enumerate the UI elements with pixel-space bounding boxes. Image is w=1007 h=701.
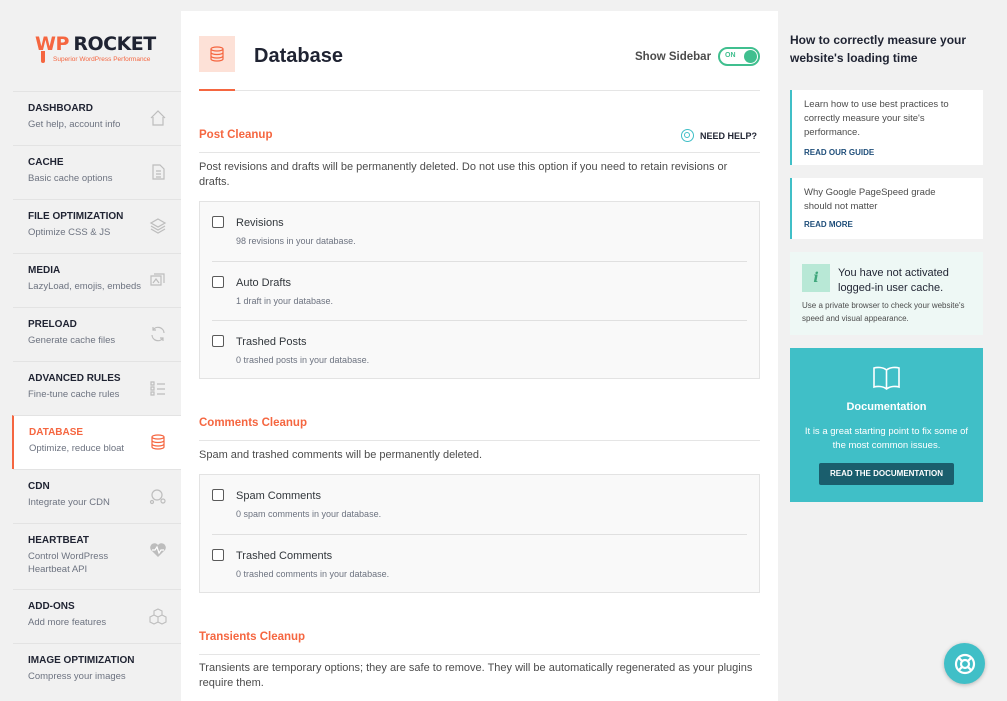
heartbeat-icon [150,543,166,557]
database-icon [151,434,165,450]
file-icon [152,164,165,180]
guide-card: Learn how to use best practices to corre… [790,90,983,165]
option-detail: 0 spam comments in your database. [236,509,382,519]
option-label: Spam Comments [236,490,321,502]
nav-item-file-optimization[interactable]: FILE OPTIMIZATION Optimize CSS & JS [13,199,181,253]
pagespeed-card: Why Google PageSpeed grade should not ma… [790,178,983,239]
option-label: Revisions [236,217,284,229]
read-documentation-button[interactable]: READ THE DOCUMENTATION [819,463,954,485]
notice-text: Use a private browser to check your webs… [802,301,965,323]
nav-item-add-ons[interactable]: ADD-ONS Add more features [13,589,181,643]
nav-item-media[interactable]: MEDIA LazyLoad, emojis, embeds [13,253,181,307]
option-auto-drafts[interactable]: Auto Drafts 1 draft in your database. [212,261,747,320]
nav-item-preload[interactable]: PRELOAD Generate cache files [13,307,181,361]
logo-rocket-text: ROCKET [73,33,156,55]
option-detail: 1 draft in your database. [236,296,334,306]
show-sidebar-toggle[interactable]: ON [718,47,760,66]
section-divider [199,654,760,655]
nav-item-database[interactable]: DATABASE Optimize, reduce bloat [12,415,181,469]
pagespeed-card-text: Why Google PageSpeed grade should not ma… [804,187,936,212]
option-label: Auto Drafts [236,277,292,289]
comments-cleanup-description: Spam and trashed comments will be perman… [199,449,483,461]
left-navigation: WP ROCKET Superior WordPress Performance… [0,0,181,701]
list-icon [150,381,165,396]
layers-icon [149,218,167,234]
info-icon: i [802,264,830,292]
home-icon [150,110,166,126]
database-icon [199,36,235,72]
post-cleanup-options: Revisions 98 revisions in your database.… [199,201,760,379]
option-label: Trashed Comments [236,550,333,562]
page-title: Database [254,45,343,67]
option-spam-comments[interactable]: Spam Comments 0 spam comments in your da… [212,475,747,534]
trashed-posts-checkbox[interactable] [212,335,224,347]
lifebuoy-icon [681,129,694,142]
option-detail: 0 trashed posts in your database. [236,355,370,365]
show-sidebar-label: Show Sidebar [635,51,712,63]
toggle-knob [744,50,757,63]
comments-cleanup-options: Spam Comments 0 spam comments in your da… [199,474,760,593]
section-divider [199,152,760,153]
notice-heading: You have not activated logged-in user ca… [838,267,949,294]
nav-item-subtitle: Control WordPress Heartbeat API [28,551,109,575]
comments-cleanup-title: Comments Cleanup [199,417,307,429]
help-beacon-button[interactable] [944,643,985,684]
documentation-text: It is a great starting point to fix some… [804,426,969,451]
sidebar-title: How to correctly measure your website's … [790,33,967,65]
lifebuoy-icon [954,653,975,674]
header-divider [199,90,760,91]
documentation-card: Documentation It is a great starting poi… [790,348,983,502]
nav-item-cache[interactable]: CACHE Basic cache options [13,145,181,199]
nav-item-dashboard[interactable]: DASHBOARD Get help, account info [13,91,181,145]
nav-item-advanced-rules[interactable]: ADVANCED RULES Fine-tune cache rules [13,361,181,415]
auto-drafts-checkbox[interactable] [212,276,224,288]
nav-item-image-optimization[interactable]: IMAGE OPTIMIZATION Compress your images [13,643,181,697]
revisions-checkbox[interactable] [212,216,224,228]
nav-item-heartbeat[interactable]: HEARTBEAT Control WordPress Heartbeat AP… [13,523,181,589]
main-panel: Database Show Sidebar ON Post Cleanup NE… [181,11,778,701]
cdn-icon [149,489,166,505]
wp-rocket-logo[interactable]: WP ROCKET Superior WordPress Performance [35,33,165,63]
media-icon [150,273,165,286]
post-cleanup-title: Post Cleanup [199,129,273,141]
transients-cleanup-description: Transients are temporary options; they a… [199,662,753,689]
rocket-flame-icon [41,51,45,63]
spam-comments-checkbox[interactable] [212,489,224,501]
header-accent [199,89,235,91]
refresh-icon [151,326,165,342]
need-help-link[interactable]: NEED HELP? [681,129,757,142]
guide-card-text: Learn how to use best practices to corre… [804,99,949,138]
option-trashed-comments[interactable]: Trashed Comments 0 trashed comments in y… [212,534,747,593]
read-more-link[interactable]: READ MORE [804,220,971,229]
option-revisions[interactable]: Revisions 98 revisions in your database. [212,202,747,261]
section-divider [199,440,760,441]
option-detail: 0 trashed comments in your database. [236,569,390,579]
toggle-state-label: ON [725,52,736,59]
nav-item-cdn[interactable]: CDN Integrate your CDN [13,469,181,523]
nav-item-title: IMAGE OPTIMIZATION [28,655,135,666]
book-icon [873,366,900,391]
logo-tagline: Superior WordPress Performance [53,56,151,63]
nav-item-subtitle: Compress your images [28,671,126,682]
option-label: Trashed Posts [236,336,307,348]
user-cache-notice: i You have not activated logged-in user … [790,252,983,335]
option-detail: 98 revisions in your database. [236,236,356,246]
option-trashed-posts[interactable]: Trashed Posts 0 trashed posts in your da… [212,320,747,379]
post-cleanup-description: Post revisions and drafts will be perman… [199,161,728,188]
trashed-comments-checkbox[interactable] [212,549,224,561]
documentation-title: Documentation [846,401,927,413]
read-our-guide-link[interactable]: READ OUR GUIDE [804,148,971,157]
need-help-label: NEED HELP? [700,130,758,141]
transients-cleanup-title: Transients Cleanup [199,631,306,643]
cubes-icon [149,608,167,625]
